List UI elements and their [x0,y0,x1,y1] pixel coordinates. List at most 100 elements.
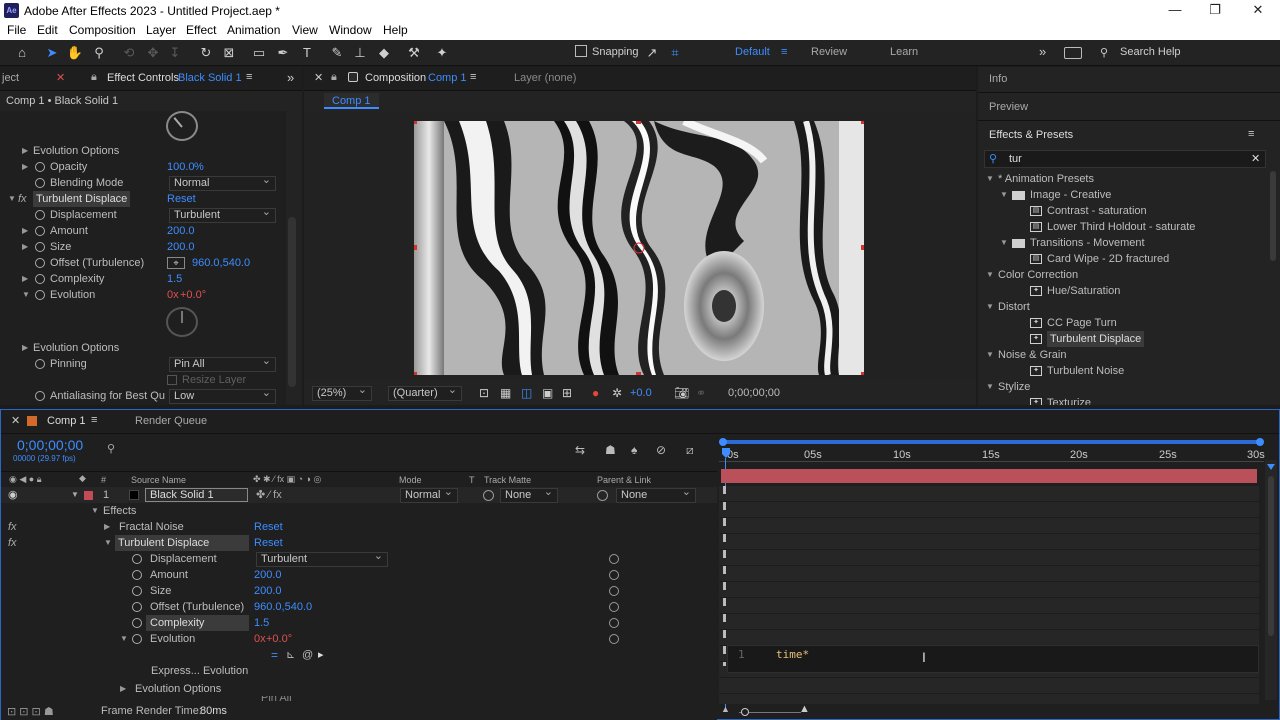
comp-lock-icon[interactable]: 🔒︎ [331,71,337,84]
size-value[interactable]: 200.0 [167,239,195,255]
timeline-menu-icon[interactable]: ≡ [91,414,97,426]
clone-stamp-icon[interactable]: ⊥ [351,44,369,62]
motion-blur-icon[interactable]: ⊘ [656,443,666,457]
brush-tool-icon[interactable]: ✎ [328,44,346,62]
work-area-bar[interactable] [721,440,1259,444]
tab-project[interactable]: ject [2,72,19,84]
layer-name-field[interactable]: Black Solid 1 [145,488,248,502]
zoom-in-icon[interactable]: ▲ [799,703,810,715]
tl-evolution-revolutions[interactable]: 0x [254,631,266,647]
timeline-scrollbar[interactable] [1265,460,1277,700]
stopwatch-icon[interactable] [35,290,45,300]
toggle-switches-icons[interactable]: ⊡ ⊡ ⊡ ☗ [7,705,54,718]
stopwatch-icon[interactable] [35,162,45,172]
expand-panel-icon[interactable]: » [287,70,294,85]
effects-tree-item[interactable]: ✦ Turbulent Noise [978,363,1270,379]
stopwatch-icon[interactable] [132,570,142,580]
stopwatch-icon[interactable] [35,359,45,369]
layer-expand-icon[interactable]: ▼ [71,487,79,503]
td-timeline-reset-link[interactable]: Reset [254,535,283,551]
evolution-dial[interactable] [166,307,198,337]
zoom-tool-icon[interactable]: ⚲ [90,44,108,62]
tl-evolution-options-row[interactable]: ▶ Evolution Options [1,681,717,697]
timeline-search-icon[interactable]: ⚲ [107,442,115,455]
snapping-checkbox[interactable] [575,45,587,57]
grid-guides-icon[interactable]: ⊞ [562,386,572,400]
workspace-learn[interactable]: Learn [890,46,918,58]
fx-toggle-icon[interactable]: fx [8,535,17,551]
search-help-icon[interactable]: ⚲ [1100,46,1108,59]
parent-pickwhip-icon[interactable] [597,490,608,501]
type-tool-icon[interactable]: T [298,44,316,62]
pan-tool-icon[interactable]: ✥ [144,44,162,62]
effects-presets-header[interactable]: Effects & Presets ≡ [978,122,1280,149]
menu-view[interactable]: View [292,23,318,37]
fx-icon[interactable]: fx [18,191,27,207]
expression-pickwhip-icon[interactable] [609,618,619,628]
row-size[interactable]: ▶ Size 200.0 [0,239,286,255]
layer-color-label[interactable] [84,491,93,500]
tl-offset-value[interactable]: 960.0,540.0 [254,599,312,615]
minimize-icon[interactable]: — [1155,2,1195,20]
tab-render-queue[interactable]: Render Queue [135,415,207,427]
evolution-dial-top[interactable] [166,111,198,141]
time-ruler[interactable]: 0s 05s 10s 15s 20s 25s 30s [719,446,1265,462]
effects-tree-item[interactable]: ✦ Texturize [978,395,1270,405]
blending-mode-dropdown[interactable]: Normal [169,174,276,191]
expand-arrow-icon[interactable]: ▼ [986,347,994,363]
preview-panel-header[interactable]: Preview [978,94,1280,121]
offset-value[interactable]: 960.0,540.0 [192,255,250,271]
stopwatch-icon[interactable] [132,586,142,596]
tl-evolution-degrees[interactable]: +0.0° [266,631,292,647]
track-matte-dropdown[interactable]: None [500,486,558,503]
reset-exposure-icon[interactable]: ✲ [612,386,622,400]
pinning-dropdown[interactable]: Pin All [169,355,276,372]
antialiasing-dropdown[interactable]: Low [169,387,276,404]
expand-arrow-icon[interactable]: ▼ [1000,235,1008,251]
tab-timeline-comp[interactable]: Comp 1 [47,415,86,427]
effects-tree-item[interactable]: ▼ * Animation Presets [978,171,1270,187]
expand-arrow-icon[interactable]: ▼ [986,299,994,315]
work-area-start-handle[interactable] [719,438,727,446]
effects-tree-item[interactable]: ▤ Lower Third Holdout - saturate [978,219,1270,235]
anchor-tool-icon[interactable]: ⊠ [220,44,238,62]
sync-icon[interactable] [1064,47,1082,59]
resolution-dropdown[interactable]: (Quarter) [388,384,462,401]
expand-arrow-icon[interactable]: ▼ [1000,187,1008,203]
stopwatch-icon[interactable] [35,178,45,188]
stopwatch-icon[interactable] [35,226,45,236]
effects-tree-item[interactable]: ▼ Stylize [978,379,1270,395]
row-amount[interactable]: ▶ Amount 200.0 [0,223,286,239]
turbulent-displace-row[interactable]: fx ▼ Turbulent Displace Reset [1,535,717,551]
stopwatch-icon[interactable] [132,602,142,612]
close-timeline-tab-icon[interactable]: ✕ [11,414,20,427]
row-evolution-options[interactable]: ▶ Evolution Options [0,143,286,159]
tab-layer[interactable]: Layer (none) [514,72,576,84]
evolution-degrees[interactable]: +0.0° [180,287,206,303]
restore-icon[interactable]: ❐ [1195,2,1235,20]
more-workspaces-icon[interactable]: » [1039,44,1046,59]
rotation-tool-icon[interactable]: ↻ [197,44,215,62]
layer-mode-dropdown[interactable]: Normal [400,486,458,503]
stopwatch-icon[interactable] [35,210,45,220]
show-channel-icon[interactable]: ● [592,386,599,400]
expression-pickwhip-icon[interactable] [609,554,619,564]
fractal-noise-row[interactable]: fx ▶ Fractal Noise Reset [1,519,717,535]
effects-tree-item[interactable]: ▤ Contrast - saturation [978,203,1270,219]
tl-displacement-dropdown[interactable]: Turbulent [256,550,388,567]
effects-menu-icon[interactable]: ≡ [1248,128,1254,140]
row-evolution[interactable]: ▼ Evolution 0x +0.0° [0,287,286,303]
layer-switches-icon[interactable]: ✤ ⁄ fx [256,487,282,503]
expression-enable-icon[interactable]: = [271,647,278,663]
zoom-out-icon[interactable]: ▲ [721,704,730,714]
graph-icon[interactable]: ⊾ [286,647,295,663]
resize-layer-checkbox[interactable] [167,375,177,385]
effects-search-input[interactable]: ⚲ tur ✕ [984,150,1266,168]
puppet-tool-icon[interactable]: ✦ [433,44,451,62]
hand-tool-icon[interactable]: ✋ [66,44,84,62]
draft-3d-icon[interactable]: ☗ [605,443,616,457]
menu-edit[interactable]: Edit [37,23,58,37]
lock-icon[interactable]: 🔒︎ [91,71,97,84]
stopwatch-icon[interactable] [132,618,142,628]
menu-layer[interactable]: Layer [146,23,176,37]
